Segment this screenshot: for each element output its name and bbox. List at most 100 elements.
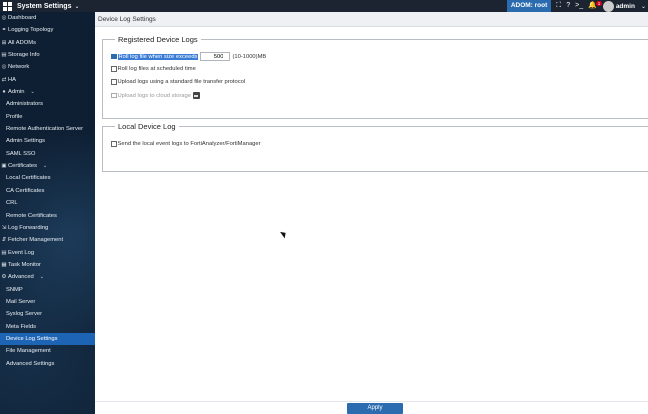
nav-icon: ⇲ [1, 224, 7, 231]
nav-icon: ⚙ [1, 274, 7, 281]
sidebar-item-remote-authentication-server[interactable]: Remote Authentication Server [0, 123, 95, 135]
sidebar-item-label: Task Monitor [8, 261, 41, 268]
sidebar-item-label: Admin [8, 89, 25, 96]
local-device-log-section: Local Device Log Send the local event lo… [102, 122, 648, 172]
sidebar-item-admin[interactable]: ● Admin ⌄ [0, 86, 95, 98]
send-local-label: Send the local event logs to FortiAnalyz… [117, 141, 261, 147]
sidebar-item-syslog-server[interactable]: Syslog Server [0, 308, 95, 320]
chevron-down-icon: ⌄ [74, 3, 80, 10]
sidebar-item-label: Remote Authentication Server [6, 126, 84, 133]
sidebar-item-label: Meta Fields [6, 323, 36, 330]
roll-size-row: Roll log file when size exceeds (10-1000… [111, 52, 266, 61]
terminal-icon[interactable]: >_ [575, 0, 583, 12]
sidebar-item-mail-server[interactable]: Mail Server [0, 296, 95, 308]
sidebar-item-label: Profile [6, 113, 23, 120]
chevron-down-icon: ⌄ [30, 89, 35, 96]
sidebar-item-label: Advanced Settings [6, 360, 55, 367]
app-switcher[interactable]: System Settings ⌄ [0, 0, 80, 12]
upload-checkbox[interactable] [111, 79, 117, 85]
sidebar-item-label: CA Certificates [6, 187, 45, 194]
sidebar-item-label: HA [8, 76, 17, 83]
nav-icon: ▣ [1, 163, 7, 170]
sidebar-item-file-management[interactable]: File Management [0, 345, 95, 357]
page-title: Device Log Settings [95, 12, 648, 27]
sidebar-item-label: Advanced [8, 274, 34, 281]
apply-button[interactable]: Apply [347, 403, 403, 414]
sidebar-item-label: Storage Info [8, 52, 40, 59]
roll-schedule-checkbox[interactable] [111, 66, 117, 72]
sidebar-item-label: Certificates [8, 163, 37, 170]
upload-label: Upload logs using a standard file transf… [117, 79, 246, 85]
sidebar-item-certificates[interactable]: ▣ Certificates ⌄ [0, 160, 95, 172]
bell-icon[interactable]: 🔔 1 [588, 0, 602, 12]
sidebar-item-network[interactable]: ◎ Network [0, 61, 95, 73]
send-local-row: Send the local event logs to FortiAnalyz… [111, 141, 261, 147]
notification-badge: 1 [596, 1, 602, 6]
adom-selector[interactable]: ADOM: root [506, 0, 552, 12]
sidebar-item-dashboard[interactable]: ◎ Dashboard [0, 12, 95, 24]
sidebar-item-label: CRL [6, 200, 18, 207]
cloud-checkbox[interactable] [111, 92, 117, 99]
app-title: System Settings [17, 2, 72, 10]
sidebar-item-label: Network [8, 64, 30, 71]
sidebar-item-label: SNMP [6, 286, 23, 293]
send-local-checkbox[interactable] [111, 141, 117, 147]
roll-size-input[interactable] [200, 52, 231, 61]
nav-icon: ⊞ [1, 39, 7, 46]
sidebar-item-logging-topology[interactable]: ⚭ Logging Topology [0, 24, 95, 36]
roll-schedule-row: Roll log files at scheduled time [111, 66, 196, 72]
sidebar-item-meta-fields[interactable]: Meta Fields [0, 321, 95, 333]
nav-icon: ▤ [1, 249, 7, 256]
grid-icon [3, 1, 12, 11]
roll-size-label: Roll log file when size exceeds [117, 53, 199, 60]
user-menu[interactable]: admin [616, 3, 635, 10]
section-title: Local Device Log [115, 122, 179, 131]
sidebar-item-ha[interactable]: ⇄ HA [0, 74, 95, 86]
chevron-down-icon: ⌄ [43, 163, 48, 170]
nav-icon: ▤ [1, 52, 7, 59]
help-icon[interactable]: ? [566, 0, 570, 12]
sidebar-item-label: Event Log [8, 249, 35, 256]
sidebar-item-device-log-settings[interactable]: Device Log Settings [0, 332, 95, 346]
sidebar-item-all-adoms[interactable]: ⊞ All ADOMs [0, 37, 95, 49]
cloud-row: Upload logs to cloud storage [111, 92, 200, 99]
roll-schedule-label: Roll log files at scheduled time [117, 66, 196, 72]
sidebar-item-event-log[interactable]: ▤ Event Log [0, 247, 95, 259]
sidebar-item-remote-certificates[interactable]: Remote Certificates [0, 210, 95, 222]
nav-icon: ⚭ [1, 27, 7, 34]
sidebar-item-storage-info[interactable]: ▤ Storage Info [0, 49, 95, 61]
nav-icon: ⇵ [1, 237, 7, 244]
sidebar-item-crl[interactable]: CRL [0, 197, 95, 209]
sidebar-item-label: All ADOMs [8, 39, 37, 46]
sidebar-item-task-monitor[interactable]: ▦ Task Monitor [0, 259, 95, 271]
sidebar-item-profile[interactable]: Profile [0, 111, 95, 123]
sidebar-item-label: SAML SSO [6, 150, 36, 157]
chevron-down-icon: ⌄ [39, 274, 44, 281]
nav-icon: ▦ [1, 261, 7, 268]
sidebar-item-snmp[interactable]: SNMP [0, 284, 95, 296]
sidebar-item-label: Administrators [6, 101, 44, 108]
section-title: Registered Device Logs [115, 35, 201, 44]
sidebar-item-advanced[interactable]: ⚙ Advanced ⌄ [0, 271, 95, 283]
sidebar-item-label: Mail Server [6, 298, 36, 305]
sidebar-item-admin-settings[interactable]: Admin Settings [0, 135, 95, 147]
nav-icon: ◎ [1, 15, 7, 21]
cloud-storage-icon [192, 92, 200, 99]
sidebar-item-label: Local Certificates [6, 175, 51, 182]
expand-icon[interactable]: ⛶ [556, 0, 561, 12]
sidebar-item-label: Syslog Server [6, 311, 43, 318]
sidebar-item-local-certificates[interactable]: Local Certificates [0, 172, 95, 184]
sidebar-item-saml-sso[interactable]: SAML SSO [0, 148, 95, 160]
user-chevron-down-icon[interactable]: ⌄ [641, 3, 646, 10]
roll-size-checkbox[interactable] [111, 53, 117, 60]
nav-icon: ◎ [1, 64, 7, 71]
sidebar-item-label: Admin Settings [6, 138, 45, 145]
sidebar-item-label: Dashboard [8, 15, 37, 21]
main-content: Device Log Settings Registered Device Lo… [95, 12, 648, 414]
sidebar-item-log-forwarding[interactable]: ⇲ Log Forwarding [0, 222, 95, 234]
sidebar-item-advanced-settings[interactable]: Advanced Settings [0, 358, 95, 370]
sidebar-item-ca-certificates[interactable]: CA Certificates [0, 185, 95, 197]
avatar[interactable] [602, 0, 614, 12]
sidebar-item-fetcher-management[interactable]: ⇵ Fetcher Management [0, 234, 95, 246]
sidebar-item-administrators[interactable]: Administrators [0, 98, 95, 110]
